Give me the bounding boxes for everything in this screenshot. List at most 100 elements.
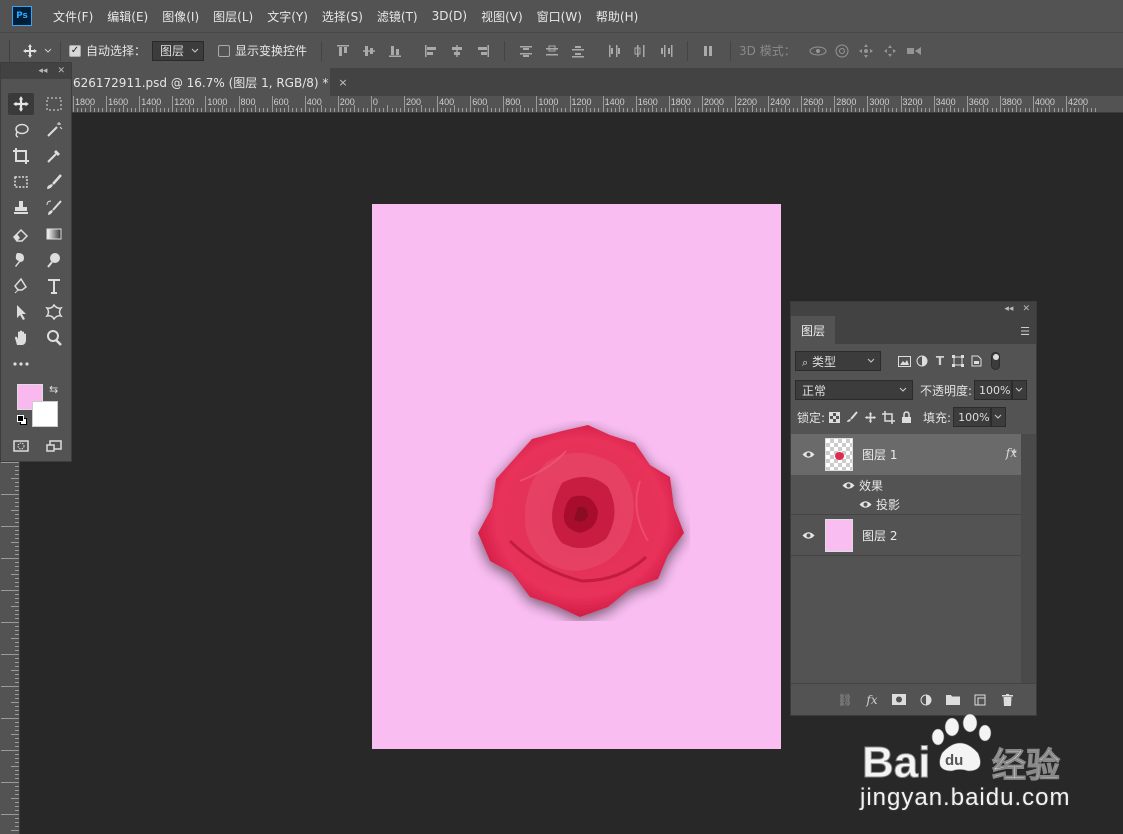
default-colors-icon[interactable] — [17, 415, 27, 425]
close-icon[interactable]: ✕ — [57, 66, 65, 76]
align-right-icon[interactable] — [472, 41, 494, 61]
lock-artboard-icon[interactable] — [879, 409, 897, 425]
show-transform-checkbox[interactable] — [218, 44, 231, 57]
add-mask-icon[interactable] — [890, 692, 908, 708]
auto-select-target-dropdown[interactable]: 图层 — [152, 40, 205, 61]
visibility-eye-icon[interactable] — [841, 480, 855, 490]
collapse-effects-icon[interactable]: ▴ — [1012, 446, 1017, 456]
eraser-tool-icon[interactable] — [8, 223, 34, 245]
document-tab[interactable]: 626172911.psd @ 16.7% (图层 1, RGB/8) * × — [72, 68, 348, 96]
close-icon[interactable]: ✕ — [1022, 304, 1030, 314]
filter-toggle[interactable] — [991, 352, 1000, 370]
align-vcenter-icon[interactable] — [358, 41, 380, 61]
filter-type-icon[interactable]: T — [931, 353, 949, 369]
filter-kind-dropdown[interactable]: ⌕ 类型 — [795, 351, 881, 371]
distribute-hcenter-icon[interactable] — [629, 41, 651, 61]
distribute-right-icon[interactable] — [655, 41, 677, 61]
collapse-icon[interactable]: ◂◂ — [1004, 304, 1013, 314]
align-top-icon[interactable] — [332, 41, 354, 61]
opacity-input[interactable]: 100% — [974, 380, 1013, 400]
pen-tool-icon[interactable] — [8, 275, 34, 297]
lock-position-icon[interactable] — [861, 409, 879, 425]
menu-select[interactable]: 选择(S) — [315, 8, 370, 25]
menu-filter[interactable]: 滤镜(T) — [370, 8, 425, 25]
layer-row-2[interactable]: 图层 2 — [791, 515, 1021, 555]
new-layer-icon[interactable] — [971, 692, 989, 708]
new-group-icon[interactable] — [944, 692, 962, 708]
crop-tool-icon[interactable] — [8, 145, 34, 167]
visibility-eye-icon[interactable] — [801, 530, 815, 540]
visibility-eye-icon[interactable] — [801, 450, 815, 460]
more-tools-icon[interactable] — [8, 353, 34, 375]
hand-tool-icon[interactable] — [8, 327, 34, 349]
distribute-bottom-icon[interactable] — [567, 41, 589, 61]
layers-scrollbar[interactable] — [1021, 434, 1036, 684]
dodge-tool-icon[interactable] — [41, 249, 67, 271]
delete-layer-icon[interactable] — [998, 692, 1016, 708]
add-style-icon[interactable]: fx — [863, 692, 881, 708]
effect-drop-shadow-row[interactable]: 投影 — [791, 494, 1021, 514]
visibility-eye-icon[interactable] — [858, 499, 872, 509]
3d-orbit-icon[interactable] — [806, 41, 830, 61]
lock-all-icon[interactable] — [897, 409, 915, 425]
filter-pixel-icon[interactable] — [895, 353, 913, 369]
blur-tool-icon[interactable] — [8, 249, 34, 271]
layer-name[interactable]: 图层 2 — [862, 527, 897, 544]
layers-panel-header[interactable]: ◂◂ ✕ — [791, 302, 1036, 316]
align-left-icon[interactable] — [420, 41, 442, 61]
tab-layers[interactable]: 图层 — [791, 316, 836, 344]
magic-wand-tool-icon[interactable] — [41, 119, 67, 141]
zoom-tool-icon[interactable] — [41, 327, 67, 349]
3d-roll-icon[interactable] — [830, 41, 854, 61]
frame-tool-icon[interactable] — [8, 171, 34, 193]
auto-align-icon[interactable] — [698, 41, 720, 61]
type-tool-icon[interactable] — [41, 275, 67, 297]
menu-layer[interactable]: 图层(L) — [206, 8, 260, 25]
fill-dropdown[interactable] — [991, 407, 1007, 427]
opacity-dropdown[interactable] — [1012, 380, 1028, 400]
close-icon[interactable]: × — [338, 76, 347, 89]
3d-scale-icon[interactable] — [902, 41, 926, 61]
custom-shape-tool-icon[interactable] — [41, 301, 67, 323]
move-tool-icon[interactable] — [8, 93, 34, 115]
tools-panel-header[interactable]: ◂◂ ✕ — [1, 63, 71, 79]
align-hcenter-icon[interactable] — [446, 41, 468, 61]
lock-transparent-icon[interactable] — [825, 409, 843, 425]
lock-image-icon[interactable] — [843, 409, 861, 425]
3d-slide-icon[interactable] — [878, 41, 902, 61]
effects-row[interactable]: 效果 — [791, 475, 1021, 495]
brush-tool-icon[interactable] — [41, 171, 67, 193]
quick-mask-icon[interactable] — [8, 435, 34, 457]
gradient-tool-icon[interactable] — [41, 223, 67, 245]
history-brush-tool-icon[interactable] — [41, 197, 67, 219]
move-tool-preset-icon[interactable] — [22, 43, 52, 59]
adjustment-layer-icon[interactable] — [917, 692, 935, 708]
menu-view[interactable]: 视图(V) — [474, 8, 530, 25]
marquee-tool-icon[interactable] — [41, 93, 67, 115]
collapse-icon[interactable]: ◂◂ — [38, 66, 47, 76]
link-layers-icon[interactable]: ⛓ — [836, 692, 854, 708]
auto-select-checkbox[interactable]: ✓ — [69, 44, 81, 57]
menu-window[interactable]: 窗口(W) — [530, 8, 589, 25]
filter-shape-icon[interactable] — [949, 353, 967, 369]
distribute-vcenter-icon[interactable] — [541, 41, 563, 61]
lasso-tool-icon[interactable] — [8, 119, 34, 141]
path-selection-tool-icon[interactable] — [8, 301, 34, 323]
fill-input[interactable]: 100% — [953, 407, 992, 427]
align-bottom-icon[interactable] — [384, 41, 406, 61]
menu-3d[interactable]: 3D(D) — [425, 9, 474, 23]
eyedropper-tool-icon[interactable] — [41, 145, 67, 167]
menu-edit[interactable]: 编辑(E) — [100, 8, 155, 25]
3d-pan-icon[interactable] — [854, 41, 878, 61]
layer-name[interactable]: 图层 1 — [862, 446, 897, 463]
filter-smart-object-icon[interactable] — [967, 353, 985, 369]
menu-type[interactable]: 文字(Y) — [260, 8, 315, 25]
stamp-tool-icon[interactable] — [8, 197, 34, 219]
background-color-swatch[interactable] — [32, 401, 58, 427]
swap-colors-icon[interactable]: ⇆ — [49, 383, 58, 396]
menu-image[interactable]: 图像(I) — [155, 8, 206, 25]
blend-mode-dropdown[interactable]: 正常 — [795, 380, 913, 400]
menu-help[interactable]: 帮助(H) — [589, 8, 645, 25]
menu-file[interactable]: 文件(F) — [46, 8, 100, 25]
distribute-left-icon[interactable] — [603, 41, 625, 61]
